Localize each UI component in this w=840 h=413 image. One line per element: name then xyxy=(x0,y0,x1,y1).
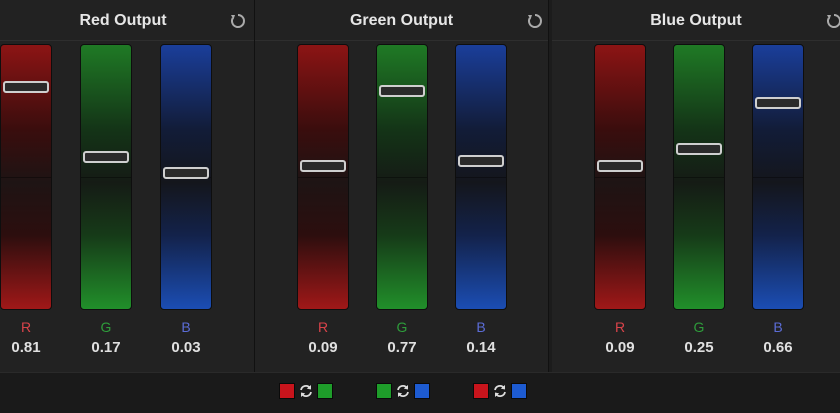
channel-label-r: R xyxy=(614,319,626,335)
panel-green-output: Green Output R 0.09 G 0.77 B 0.14 xyxy=(255,0,549,372)
slider-handle[interactable] xyxy=(458,154,504,167)
panel-title: Blue Output xyxy=(650,12,742,29)
swap-red-green[interactable] xyxy=(279,383,335,403)
channel-value-g: 0.77 xyxy=(387,339,417,356)
slider-handle[interactable] xyxy=(597,160,643,173)
slider-track[interactable] xyxy=(376,44,428,310)
channel-label-r: R xyxy=(317,319,329,335)
slider-handle[interactable] xyxy=(755,97,801,110)
swatch-blue xyxy=(414,383,430,399)
reset-icon[interactable] xyxy=(229,12,247,30)
slider-handle[interactable] xyxy=(379,85,425,98)
channel-label-r: R xyxy=(20,319,32,335)
channel-label-g: G xyxy=(693,319,705,335)
slider-track[interactable] xyxy=(80,44,132,310)
swatch-green xyxy=(317,383,333,399)
channel-label-b: B xyxy=(476,319,486,335)
panel-title: Red Output xyxy=(79,12,167,29)
slider-handle[interactable] xyxy=(3,80,49,93)
slider-track[interactable] xyxy=(673,44,725,310)
slider-track[interactable] xyxy=(297,44,349,310)
swatch-green xyxy=(376,383,392,399)
channel-swap-bar xyxy=(0,372,840,413)
slider-track[interactable] xyxy=(455,44,507,310)
panel-title: Green Output xyxy=(349,12,454,29)
reset-icon[interactable] xyxy=(526,12,544,30)
panel-blue-output: Blue Output R 0.09 G 0.25 B 0.66 xyxy=(552,0,840,372)
slider-handle[interactable] xyxy=(83,151,129,164)
slider-handle[interactable] xyxy=(300,160,346,173)
channel-value-b: 0.14 xyxy=(466,339,496,356)
swatch-blue xyxy=(511,383,527,399)
slider-handle[interactable] xyxy=(676,142,722,155)
channel-label-g: G xyxy=(100,319,112,335)
panel-header: Blue Output xyxy=(552,0,840,41)
channel-label-b: B xyxy=(773,319,783,335)
channel-value-b: 0.03 xyxy=(171,339,201,356)
swap-icon[interactable] xyxy=(492,383,508,399)
channel-label-b: B xyxy=(181,319,191,335)
panel-red-output: Red Output R 0.81 G 0.17 B 0.03 xyxy=(0,0,255,372)
channel-value-r: 0.81 xyxy=(11,339,41,356)
panel-header: Green Output xyxy=(255,0,548,41)
swap-icon[interactable] xyxy=(395,383,411,399)
channel-value-g: 0.17 xyxy=(91,339,121,356)
swap-icon[interactable] xyxy=(298,383,314,399)
slider-track[interactable] xyxy=(594,44,646,310)
slider-track[interactable] xyxy=(752,44,804,310)
channel-value-b: 0.66 xyxy=(763,339,793,356)
channel-value-r: 0.09 xyxy=(605,339,635,356)
channel-value-r: 0.09 xyxy=(308,339,338,356)
swap-red-blue[interactable] xyxy=(473,383,529,403)
swatch-red xyxy=(279,383,295,399)
panel-header: Red Output xyxy=(0,0,254,41)
channel-value-g: 0.25 xyxy=(684,339,714,356)
swap-green-blue[interactable] xyxy=(376,383,432,403)
channel-label-g: G xyxy=(396,319,408,335)
slider-handle[interactable] xyxy=(163,166,209,179)
reset-icon[interactable] xyxy=(825,12,840,30)
swatch-red xyxy=(473,383,489,399)
